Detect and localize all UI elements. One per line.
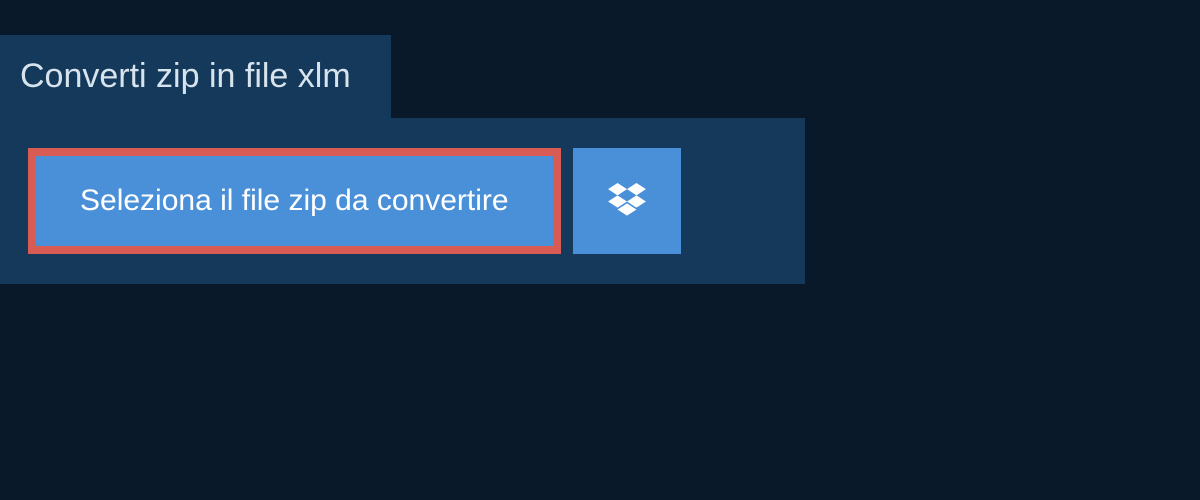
tab-header: Converti zip in file xlm	[0, 35, 391, 118]
tab-title: Converti zip in file xlm	[20, 57, 351, 96]
converter-panel: Seleziona il file zip da convertire	[0, 118, 805, 284]
select-file-button[interactable]: Seleziona il file zip da convertire	[28, 148, 561, 254]
dropbox-icon	[608, 183, 646, 219]
dropbox-button[interactable]	[573, 148, 681, 254]
button-row: Seleziona il file zip da convertire	[28, 148, 777, 254]
